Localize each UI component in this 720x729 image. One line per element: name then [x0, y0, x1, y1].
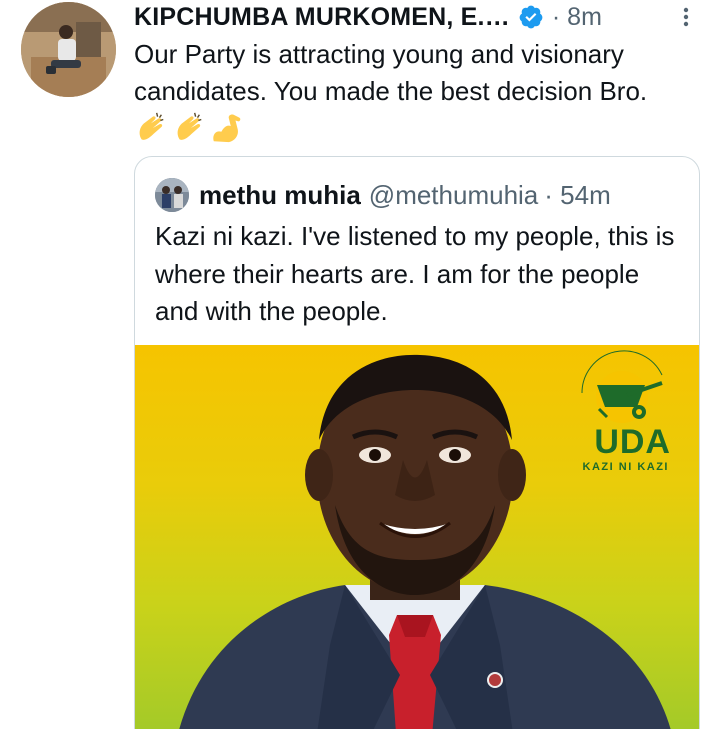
flexed-biceps-icon: [213, 114, 241, 143]
clapping-hands-icon: [177, 112, 202, 140]
uda-logo-text: UDA: [594, 423, 671, 461]
quoted-tweet-header: methu muhia @methumuhia · 54m: [155, 177, 611, 213]
tweet[interactable]: KIPCHUMBA MURKOMEN, E.… · 8m Our Party i…: [0, 0, 720, 729]
quoted-tweet-text: Kazi ni kazi. I've listened to my people…: [155, 221, 675, 326]
quoted-tweet[interactable]: methu muhia @methumuhia · 54m Kazi ni ka…: [134, 156, 700, 729]
quoted-author-name[interactable]: methu muhia: [199, 180, 361, 211]
tweet-emojis: [134, 111, 244, 145]
clapping-hands-icon: [139, 112, 164, 140]
uda-slogan: KAZI NI KAZI: [582, 461, 669, 473]
quoted-author-avatar[interactable]: [155, 178, 189, 212]
verified-badge-icon: [518, 4, 544, 30]
quoted-author-avatar-image: [155, 178, 189, 212]
quoted-author-handle[interactable]: @methumuhia: [369, 180, 538, 211]
author-name[interactable]: KIPCHUMBA MURKOMEN, E.…: [134, 3, 510, 32]
tweet-text: Our Party is attracting young and vision…: [134, 39, 648, 106]
more-options-icon[interactable]: [672, 3, 700, 31]
tweet-header: KIPCHUMBA MURKOMEN, E.… · 8m: [134, 0, 700, 34]
tweet-time[interactable]: · 8m: [552, 3, 602, 32]
author-avatar[interactable]: [21, 2, 116, 97]
author-avatar-image: [21, 2, 116, 97]
quoted-tweet-image[interactable]: UDA KAZI NI KAZI: [135, 345, 699, 729]
quoted-tweet-time[interactable]: · 54m: [544, 180, 610, 211]
